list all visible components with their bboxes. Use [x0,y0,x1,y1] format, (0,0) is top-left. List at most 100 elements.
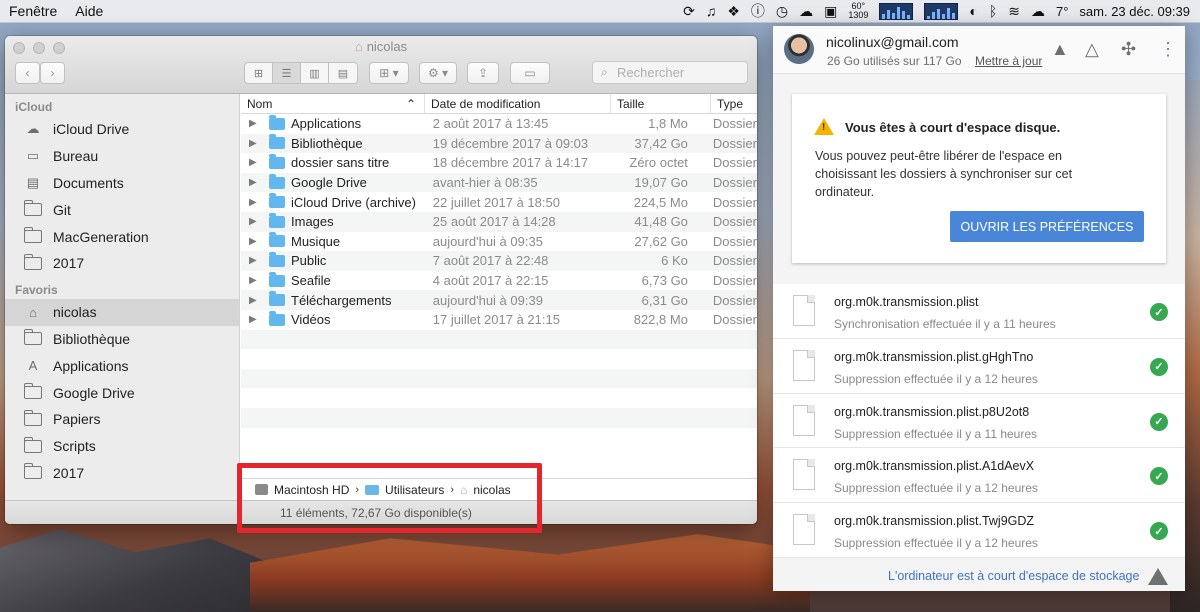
warning-icon[interactable] [1148,568,1168,585]
weather-icon[interactable]: ☁ [1031,4,1045,18]
file-size: 19,07 Go [634,175,688,191]
share-button[interactable]: ⇪ [467,62,499,84]
arrange-button[interactable]: ⊞ ▾ [369,62,409,84]
table-row[interactable]: ▶ iCloud Drive (archive) 22 juillet 2017 à… [241,192,757,212]
back-button[interactable]: ‹ [15,62,40,84]
column-header-name[interactable]: Nom ⌃ [241,94,425,113]
display-icon[interactable]: ◐ [969,4,977,18]
sidebar-item-applications[interactable]: A Applications [5,352,239,379]
upgrade-link[interactable]: Mettre à jour [975,54,1042,68]
list-item[interactable]: org.m0k.transmission.plist.A1dAevX Suppre… [773,448,1185,504]
document-icon: ▤ [26,174,40,190]
sidebar-item-icloud-drive[interactable]: ☁ iCloud Drive [5,116,239,143]
sidebar-item-2017[interactable]: 2017 [5,250,239,277]
table-row[interactable]: ▶ Seafile 4 août 2017 à 22:15 6,73 Go Dossie… [241,271,757,291]
folder-icon [269,193,285,209]
dropbox-icon[interactable]: ❖ [727,4,740,18]
disclosure-triangle-icon[interactable]: ▶ [249,314,269,325]
cloud-icon[interactable]: ☁ [799,4,813,18]
network-graph[interactable] [924,2,959,20]
fan-rpm-label: 1309 [848,10,869,20]
low-storage-link[interactable]: L'ordinateur est à court d'espace de sto… [888,569,1139,583]
file-type: Dossier [712,175,757,191]
sidebar-item-papiers[interactable]: Papiers [5,406,239,433]
sync-status-icon[interactable]: ⟳ [683,4,695,18]
file-date: avant-hier à 08:35 [432,175,538,191]
info-icon[interactable]: ⓘ [751,4,765,18]
table-row[interactable]: ▶ Téléchargements aujourd'hui à 09:39 6,31 … [241,290,757,310]
table-row[interactable]: ▶ Bibliothèque 19 décembre 2017 à 09:03 37,… [241,133,757,154]
fan-control-icon[interactable]: ▣ [824,4,837,18]
disclosure-triangle-icon[interactable]: ▶ [249,157,269,168]
sidebar-item-macgeneration[interactable]: MacGeneration [5,223,239,250]
sidebar-item-2017-favoris[interactable]: 2017 [5,460,239,487]
gallery-view-button[interactable]: ▤ [329,63,357,83]
drive-folder-icon[interactable]: ▲ [1051,40,1069,58]
sidebar-item-scripts[interactable]: Scripts [5,433,239,460]
disclosure-triangle-icon[interactable]: ▶ [249,177,269,188]
list-item[interactable]: org.m0k.transmission.plist.p8U2ot8 Suppre… [773,393,1185,449]
avatar[interactable] [784,34,814,64]
time-machine-icon[interactable]: ◷ [776,4,788,18]
file-type: Dossier [712,233,757,249]
music-icon[interactable]: ♫ [706,4,717,18]
bluetooth-icon[interactable]: ᛒ [989,4,997,18]
low-disk-warning-card: ! Vous êtes à court d'espace disque. Vou… [792,94,1166,263]
disclosure-triangle-icon[interactable]: ▶ [249,295,269,306]
sidebar-item-google-drive[interactable]: Google Drive [5,379,239,406]
disclosure-triangle-icon[interactable]: ▶ [249,216,269,227]
table-row[interactable]: ▶ Applications 2 août 2017 à 13:45 1,8 Mo Do… [241,114,757,134]
disclosure-triangle-icon[interactable]: ▶ [249,275,269,286]
folder-icon [23,463,43,480]
cpu-graph[interactable] [879,2,914,20]
menu-aide[interactable]: Aide [66,3,112,19]
sidebar-item-bureau[interactable]: ▭ Bureau [5,143,239,170]
activity-file-name: org.m0k.transmission.plist.A1dAevX [834,459,1035,474]
icon-view-button[interactable]: ⊞ [245,63,273,83]
menu-fenetre[interactable]: Fenêtre [0,3,66,19]
column-header-size[interactable]: Taille [611,94,711,113]
open-preferences-button[interactable]: OUVRIR LES PRÉFÉRENCES [950,211,1144,242]
more-options-icon[interactable]: ⋮ [1159,40,1177,58]
table-row[interactable]: ▶ Images 25 août 2017 à 14:28 41,48 Go Dossi… [241,211,757,232]
search-field[interactable]: ⌕ Rechercher [592,61,748,84]
list-view-button[interactable]: ☰ [273,63,301,83]
sidebar-item-bibliotheque[interactable]: Bibliothèque [5,326,239,353]
column-header-date[interactable]: Date de modification [425,94,611,113]
folder-icon [23,383,43,400]
table-row[interactable]: ▶ Musique aujourd'hui à 09:35 27,62 Go Dossi… [241,232,757,252]
disclosure-triangle-icon[interactable]: ▶ [249,138,269,149]
file-type: Dossier [712,273,757,289]
sidebar-item-nicolas[interactable]: ⌂ nicolas [5,298,239,326]
folder-icon [23,329,43,346]
disclosure-triangle-icon[interactable]: ▶ [249,118,269,129]
tags-button[interactable]: ▭ [510,62,550,84]
table-row[interactable]: ▶ Google Drive avant-hier à 08:35 19,07 Go D… [241,172,757,193]
fan-readout[interactable]: 60° 1309 [848,2,868,20]
list-item[interactable]: org.m0k.transmission.plist Synchronisatio… [773,284,1185,339]
sidebar-item-git[interactable]: Git [5,196,239,223]
sidebar-item-documents[interactable]: ▤ Documents [5,170,239,197]
table-row[interactable]: ▶ dossier sans titre 18 décembre 2017 à 14… [241,153,757,173]
temperature-label[interactable]: 7° [1056,4,1068,19]
clock[interactable]: sam. 23 déc. 09:39 [1079,4,1190,19]
empty-row [241,349,757,369]
disclosure-triangle-icon[interactable]: ▶ [249,236,269,247]
disclosure-triangle-icon[interactable]: ▶ [249,255,269,266]
wifi-icon[interactable]: ≋ [1008,4,1020,18]
list-item[interactable]: org.m0k.transmission.plist.gHghTno Suppre… [773,338,1185,394]
table-row[interactable]: ▶ Vidéos 17 juillet 2017 à 21:15 822,8 Mo Do… [241,310,757,330]
file-date: 17 juillet 2017 à 21:15 [432,312,560,328]
disclosure-triangle-icon[interactable]: ▶ [249,197,269,208]
photos-icon[interactable]: ✣ [1121,40,1136,58]
folder-icon [269,114,285,130]
view-mode-control: ⊞ ☰ ▥ ▤ [244,62,358,84]
column-header-type[interactable]: Type [711,94,757,113]
forward-button[interactable]: › [40,62,65,84]
action-button[interactable]: ⚙ ▾ [419,62,457,84]
google-drive-icon[interactable]: △ [1085,40,1099,58]
column-view-button[interactable]: ▥ [301,63,329,83]
table-row[interactable]: ▶ Public 7 août 2017 à 22:48 6 Ko Dossier [241,251,757,271]
file-name-cell: ▶ Bibliothèque [241,134,423,151]
list-item[interactable]: org.m0k.transmission.plist.Twj9GDZ Suppre… [773,503,1185,558]
